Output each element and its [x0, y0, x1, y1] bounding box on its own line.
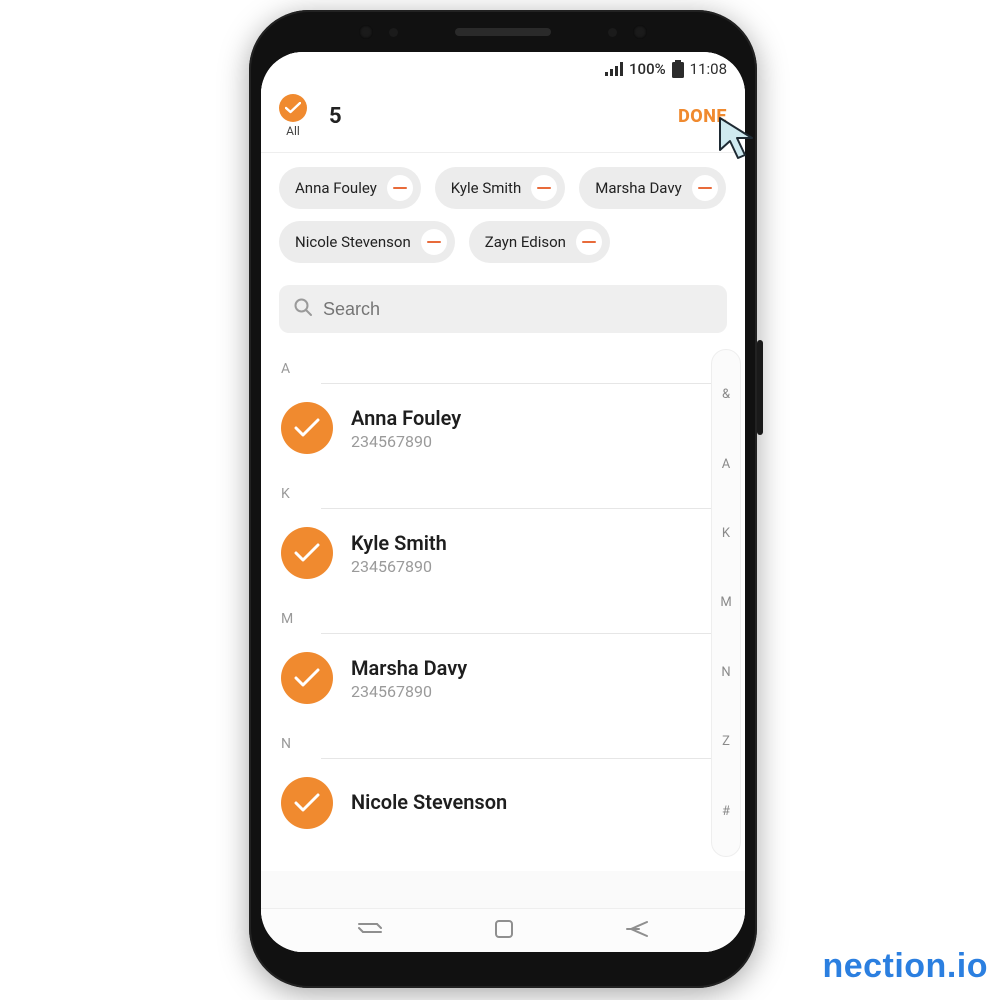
index-letter[interactable]: & — [722, 387, 730, 402]
minus-icon — [537, 187, 551, 189]
contact-number: 234567890 — [351, 682, 467, 701]
selected-chips: Anna Fouley Kyle Smith Marsha Davy Nicol… — [261, 153, 745, 269]
clock: 11:08 — [690, 60, 727, 78]
chip: Nicole Stevenson — [279, 221, 455, 263]
divider — [321, 633, 725, 634]
section-header: K — [261, 468, 745, 508]
select-all-button[interactable]: All — [279, 94, 307, 138]
index-letter[interactable]: # — [722, 804, 730, 819]
watermark: nection.io — [822, 947, 988, 986]
section-header: M — [261, 593, 745, 633]
index-letter[interactable]: Z — [722, 734, 730, 749]
section-header: A — [261, 343, 745, 383]
contact-name: Marsha Davy — [351, 656, 467, 680]
remove-chip-button[interactable] — [692, 175, 718, 201]
select-all-label: All — [286, 124, 300, 138]
minus-icon — [582, 241, 596, 243]
contact-list[interactable]: A Anna Fouley 234567890 K — [261, 343, 745, 871]
index-letter[interactable]: N — [721, 665, 730, 680]
contact-name: Anna Fouley — [351, 406, 461, 430]
home-button[interactable] — [494, 919, 514, 943]
alphabet-index[interactable]: & A K M N Z # — [711, 349, 741, 857]
selected-check-icon — [281, 402, 333, 454]
signal-icon — [605, 62, 623, 76]
sensor — [389, 28, 398, 37]
contact-row[interactable]: Anna Fouley 234567890 — [261, 388, 745, 468]
minus-icon — [393, 187, 407, 189]
sensor — [608, 28, 617, 37]
remove-chip-button[interactable] — [421, 229, 447, 255]
screen: 100% 11:08 All 5 — [261, 52, 745, 952]
section-header: N — [261, 718, 745, 758]
phone-frame: 100% 11:08 All 5 — [249, 10, 757, 988]
app-header: All 5 DONE — [261, 86, 745, 153]
chip-label: Kyle Smith — [451, 179, 521, 197]
contact-row[interactable]: Marsha Davy 234567890 — [261, 638, 745, 718]
contact-number: 234567890 — [351, 432, 461, 451]
selected-count: 5 — [329, 104, 342, 129]
search-container — [261, 269, 745, 343]
selected-check-icon — [281, 777, 333, 829]
contact-name: Nicole Stevenson — [351, 790, 507, 814]
back-button[interactable] — [625, 920, 649, 942]
contact-row[interactable]: Nicole Stevenson — [261, 763, 745, 843]
contact-name: Kyle Smith — [351, 531, 447, 555]
battery-percent: 100% — [629, 60, 666, 78]
chip-label: Zayn Edison — [485, 233, 566, 251]
selected-check-icon — [281, 652, 333, 704]
done-button[interactable]: DONE — [678, 106, 727, 127]
chip: Zayn Edison — [469, 221, 610, 263]
side-button — [757, 340, 763, 435]
recent-apps-button[interactable] — [357, 920, 383, 942]
remove-chip-button[interactable] — [387, 175, 413, 201]
chip: Kyle Smith — [435, 167, 565, 209]
minus-icon — [427, 241, 441, 243]
index-letter[interactable]: K — [722, 526, 730, 541]
chip-label: Nicole Stevenson — [295, 233, 411, 251]
earpiece — [455, 28, 551, 36]
chip: Anna Fouley — [279, 167, 421, 209]
sensor — [633, 25, 647, 39]
chip-label: Marsha Davy — [595, 179, 681, 197]
status-bar: 100% 11:08 — [261, 52, 745, 86]
check-icon — [279, 94, 307, 122]
sensor — [359, 25, 373, 39]
selected-check-icon — [281, 527, 333, 579]
index-letter[interactable]: A — [722, 457, 730, 472]
chip: Marsha Davy — [579, 167, 725, 209]
chip-label: Anna Fouley — [295, 179, 377, 197]
remove-chip-button[interactable] — [531, 175, 557, 201]
search-input[interactable] — [323, 299, 713, 320]
android-navbar — [261, 908, 745, 952]
contact-row[interactable]: Kyle Smith 234567890 — [261, 513, 745, 593]
battery-icon — [672, 60, 684, 78]
search-field[interactable] — [279, 285, 727, 333]
contact-number: 234567890 — [351, 557, 447, 576]
remove-chip-button[interactable] — [576, 229, 602, 255]
index-letter[interactable]: M — [720, 595, 731, 610]
divider — [321, 383, 725, 384]
minus-icon — [698, 187, 712, 189]
divider — [321, 758, 725, 759]
divider — [321, 508, 725, 509]
search-icon — [293, 297, 313, 321]
